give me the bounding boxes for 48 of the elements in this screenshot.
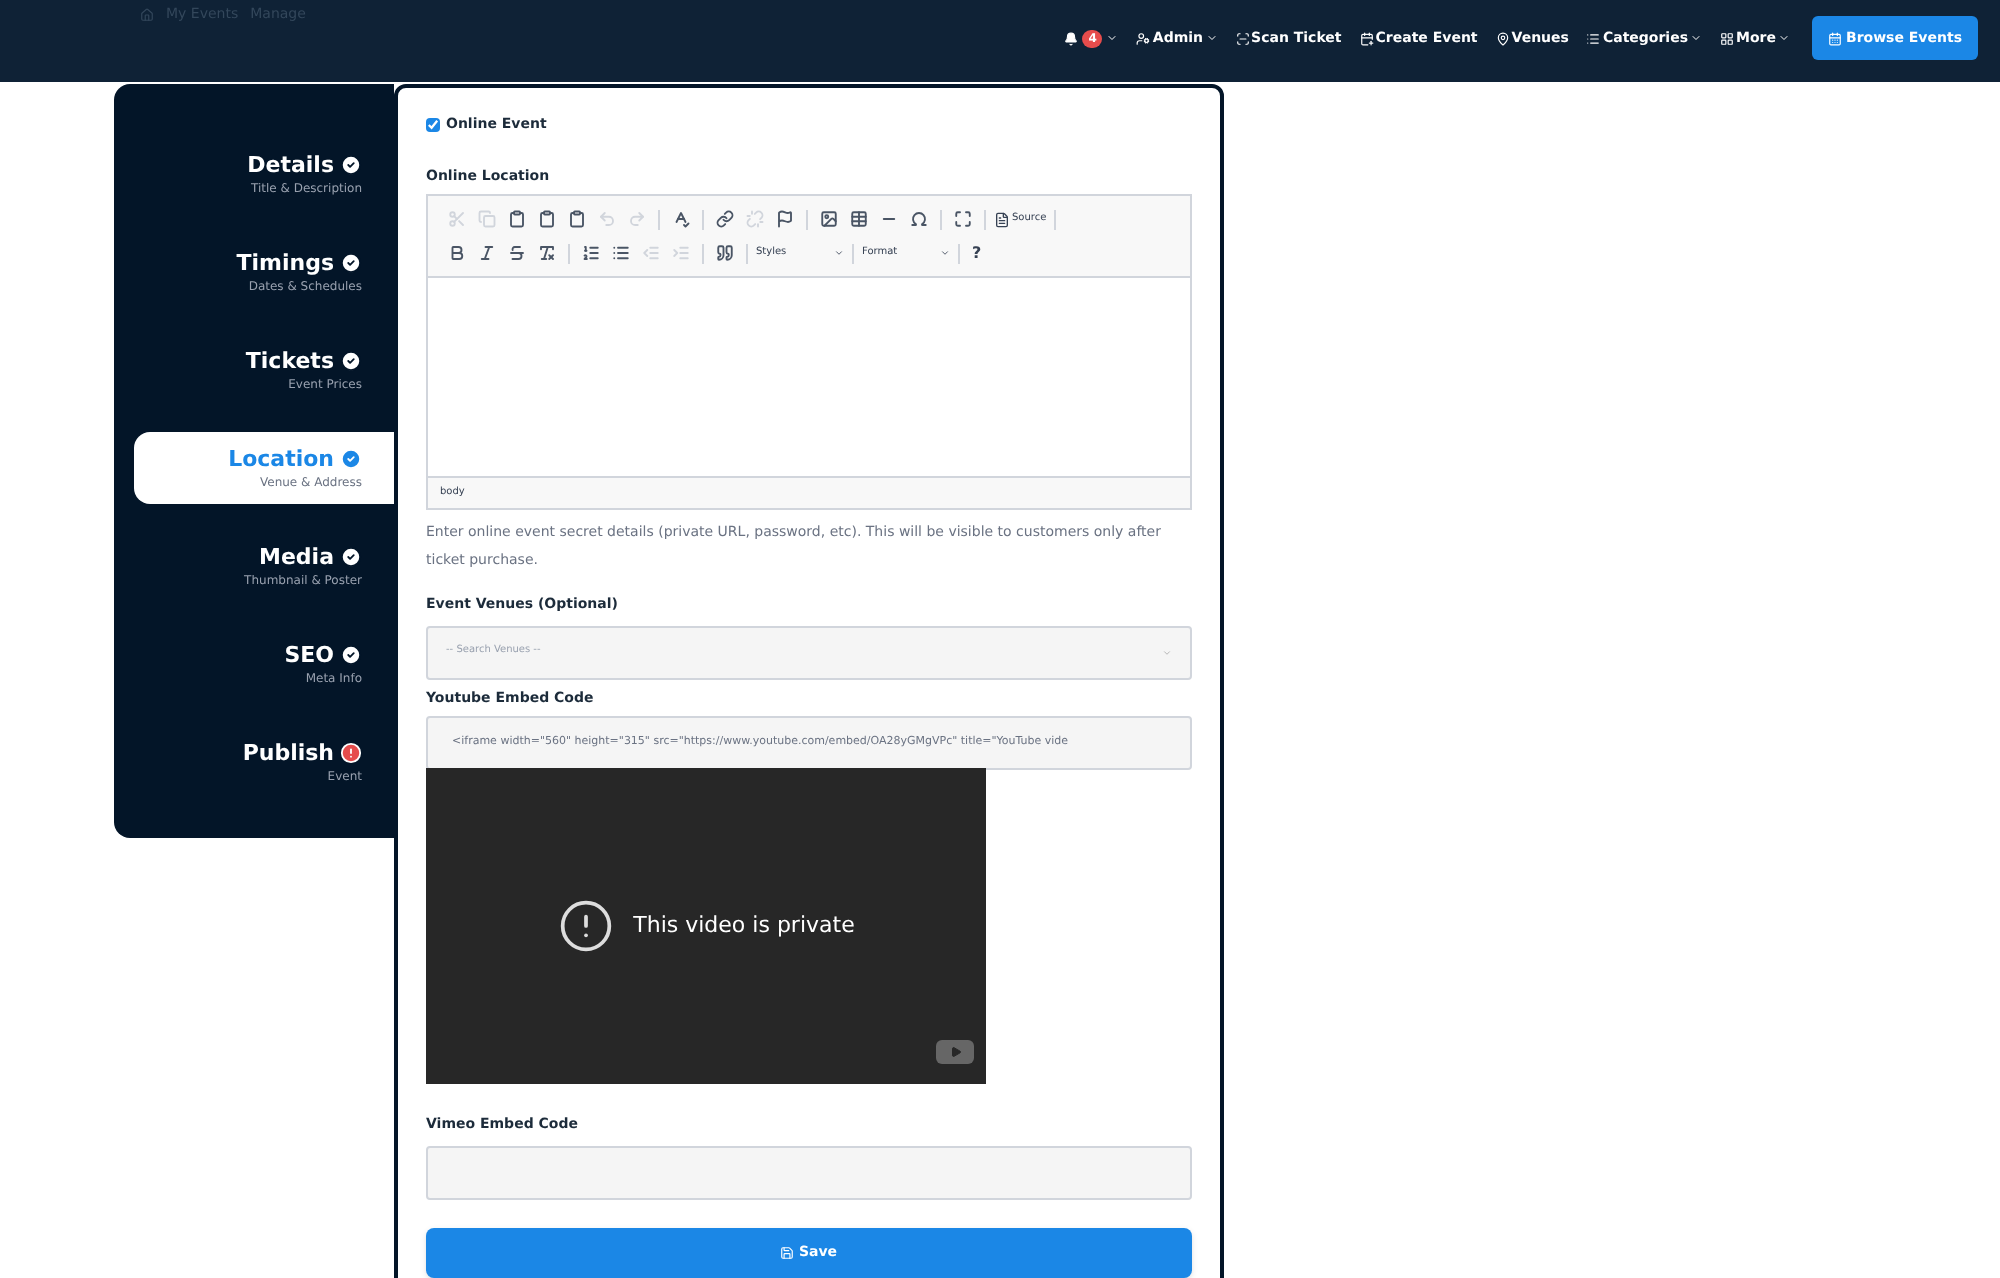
omega-icon[interactable]: [906, 206, 932, 232]
calendar-icon: [1359, 31, 1374, 45]
caret-icon: [834, 248, 844, 258]
user-icon: [1136, 31, 1151, 45]
step-title: Media: [259, 543, 334, 571]
pin-icon: [1495, 31, 1510, 45]
flag-icon[interactable]: [772, 206, 798, 232]
strikethrough-icon[interactable]: [504, 240, 530, 266]
step-title: Timings: [236, 249, 334, 277]
player-message: This video is private: [633, 909, 855, 942]
check-icon: [340, 350, 362, 372]
paste-icon[interactable]: [534, 206, 560, 232]
paste-icon[interactable]: [564, 206, 590, 232]
alert-icon: [340, 742, 362, 764]
link-icon[interactable]: [712, 206, 738, 232]
check-icon: [340, 448, 362, 470]
step-title: Location: [228, 445, 334, 473]
video-player[interactable]: This video is private: [426, 768, 986, 1084]
step-title: Tickets: [245, 347, 334, 375]
check-icon: [340, 644, 362, 666]
step-title: SEO: [284, 641, 334, 669]
step-title: Details: [247, 151, 334, 179]
quote-icon[interactable]: [712, 240, 738, 266]
grid-icon: [1720, 31, 1734, 45]
list-icon: [1586, 31, 1601, 45]
check-icon: [340, 252, 362, 274]
youtube-logo-icon[interactable]: [936, 1040, 974, 1064]
alert-icon: [557, 898, 614, 954]
table-icon[interactable]: [846, 206, 872, 232]
scan-icon: [1235, 31, 1250, 45]
bell-icon: [1064, 31, 1079, 45]
clear-format-icon[interactable]: [534, 240, 560, 266]
caret-icon: [1106, 32, 1119, 44]
paste-icon[interactable]: [504, 206, 530, 232]
caret-icon: [1162, 647, 1172, 657]
save-icon: [780, 1245, 795, 1259]
numbered-list-icon[interactable]: [578, 240, 604, 266]
caret-icon: [940, 248, 950, 258]
calendar-icon: [1827, 31, 1842, 45]
document-icon: [994, 211, 1010, 227]
step-title: Publish: [242, 739, 334, 767]
help-button[interactable]: ?: [968, 241, 986, 265]
maximize-icon[interactable]: [950, 206, 976, 232]
check-icon: [340, 546, 362, 568]
image-icon[interactable]: [816, 206, 842, 232]
vimeo-embed-field[interactable]: [426, 1145, 1192, 1199]
check-icon: [340, 154, 362, 176]
online-event-checkbox[interactable]: [426, 117, 440, 132]
